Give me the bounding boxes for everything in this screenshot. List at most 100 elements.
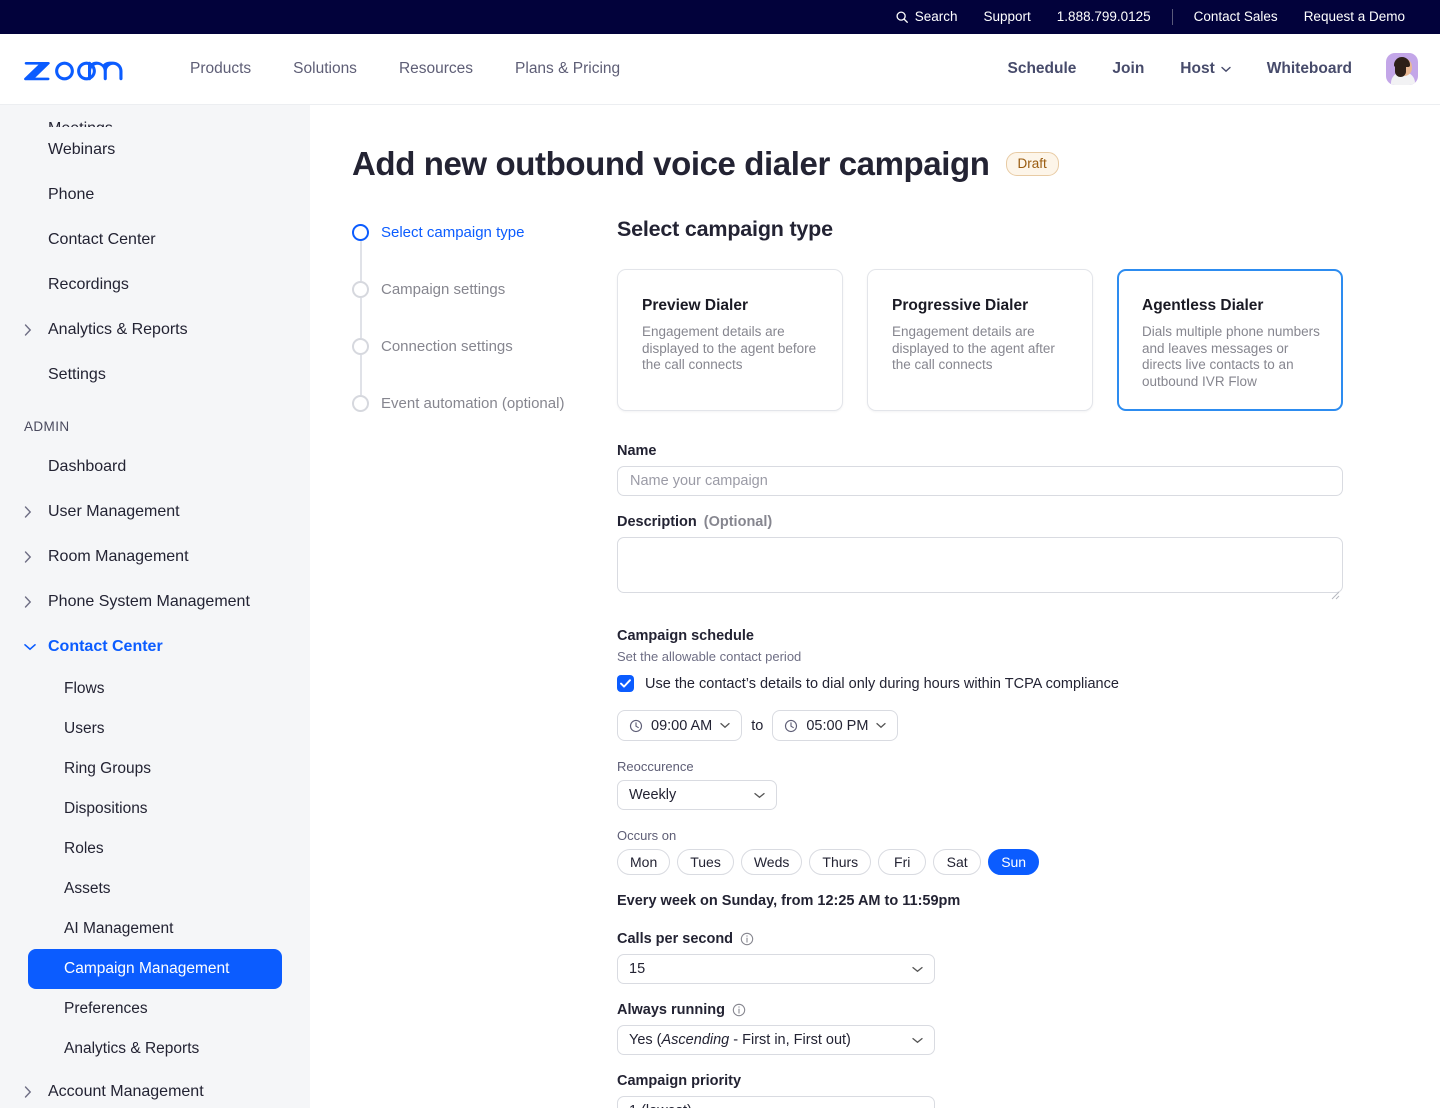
step-connector — [360, 355, 362, 395]
avatar[interactable] — [1386, 53, 1418, 85]
day-toggle-thurs[interactable]: Thurs — [809, 849, 872, 875]
reoccurrence-label: Reoccurence — [617, 759, 694, 774]
sidebar-item-label: Contact Center — [48, 637, 163, 655]
always-running-label: Always running — [617, 1002, 1357, 1018]
step-campaign-settings[interactable]: Campaign settings — [352, 280, 617, 338]
sidebar-subitem-ring-groups[interactable]: Ring Groups — [28, 749, 282, 789]
campaign-priority-select[interactable]: 1 (lowest) — [617, 1096, 935, 1108]
always-running-select[interactable]: Yes (Ascending - First in, First out) — [617, 1025, 935, 1055]
sidebar-item-label: Settings — [48, 365, 106, 383]
sidebar-subitem-label: Campaign Management — [64, 960, 230, 977]
sidebar-subitem-analytics-reports[interactable]: Analytics & Reports — [28, 1029, 282, 1069]
day-toggle-sun[interactable]: Sun — [988, 849, 1040, 875]
day-toggle-weds[interactable]: Weds — [740, 849, 803, 875]
request-demo-link[interactable]: Request a Demo — [1291, 10, 1418, 24]
sidebar-item-user-management[interactable]: User Management — [0, 489, 310, 534]
support-link[interactable]: Support — [971, 10, 1044, 24]
info-icon[interactable] — [740, 932, 754, 946]
phone-number-link[interactable]: 1.888.799.0125 — [1044, 10, 1164, 24]
day-toggle-fri[interactable]: Fri — [878, 849, 927, 875]
step-connector — [360, 241, 362, 281]
sidebar-item-phone[interactable]: Phone — [0, 172, 310, 217]
zoom-logo[interactable] — [24, 56, 131, 82]
step-label: Connection settings — [381, 338, 513, 355]
card-description: Dials multiple phone numbers and leaves … — [1142, 324, 1320, 389]
start-time-value: 09:00 AM — [651, 717, 713, 734]
sidebar-subitem-preferences[interactable]: Preferences — [28, 989, 282, 1029]
step-event-automation[interactable]: Event automation (optional) — [352, 394, 617, 451]
calls-per-second-select[interactable]: 15 — [617, 954, 935, 984]
contact-sales-link[interactable]: Contact Sales — [1181, 10, 1291, 24]
tcpa-compliance-checkbox[interactable] — [617, 675, 634, 692]
sidebar-item-label: Dashboard — [48, 457, 127, 475]
sidebar-item-contact-center-admin[interactable]: Contact Center — [0, 624, 310, 669]
sidebar-item-contact-center[interactable]: Contact Center — [0, 217, 310, 262]
calls-per-second-label-text: Calls per second — [617, 931, 734, 947]
always-running-value-prefix: Yes ( — [629, 1032, 662, 1048]
reoccurrence-select[interactable]: Weekly — [617, 780, 777, 810]
sidebar-subitem-dispositions[interactable]: Dispositions — [28, 789, 282, 829]
nav-item-schedule[interactable]: Schedule — [990, 60, 1095, 78]
sidebar-item-label: Recordings — [48, 275, 129, 293]
avatar-hair — [1394, 56, 1410, 67]
day-toggle-mon[interactable]: Mon — [617, 849, 671, 875]
sidebar-item-meetings[interactable]: Meetings — [0, 105, 310, 127]
search-label: Search — [914, 9, 958, 25]
start-time-picker[interactable]: 09:00 AM — [617, 710, 743, 741]
sidebar-item-recordings[interactable]: Recordings — [0, 262, 310, 307]
card-title: Agentless Dialer — [1142, 297, 1264, 314]
calls-per-second-value: 15 — [629, 961, 646, 977]
nav-item-join[interactable]: Join — [1094, 60, 1162, 78]
description-textarea[interactable] — [617, 537, 1343, 593]
search-link[interactable]: Search — [882, 10, 971, 24]
end-time-picker[interactable]: 05:00 PM — [772, 710, 899, 741]
sidebar-subitem-assets[interactable]: Assets — [28, 869, 282, 909]
sidebar-item-label: Webinars — [48, 140, 116, 158]
nav-item-plans-pricing[interactable]: Plans & Pricing — [494, 60, 641, 78]
sidebar-item-label: Account Management — [48, 1082, 204, 1100]
nav-item-host[interactable]: Host — [1162, 60, 1248, 78]
sidebar-item-account-management[interactable]: Account Management — [0, 1069, 310, 1108]
sidebar-item-settings[interactable]: Settings — [0, 352, 310, 397]
nav-item-solutions[interactable]: Solutions — [272, 60, 378, 78]
nav-secondary-links: Schedule Join Host Whiteboard — [990, 53, 1418, 85]
step-connector — [360, 298, 362, 338]
card-description: Engagement details are displayed to the … — [642, 324, 817, 372]
info-icon[interactable] — [732, 1003, 746, 1017]
step-connection-settings[interactable]: Connection settings — [352, 337, 617, 395]
campaign-schedule-subtitle: Set the allowable contact period — [617, 649, 802, 664]
wizard-stepper: Select campaign type Campaign settings C… — [352, 217, 617, 1108]
nav-item-whiteboard[interactable]: Whiteboard — [1249, 60, 1370, 78]
day-toggle-sat[interactable]: Sat — [933, 849, 982, 875]
sidebar-subitem-campaign-management[interactable]: Campaign Management — [28, 949, 282, 989]
name-input[interactable] — [617, 466, 1343, 496]
sidebar-item-analytics-reports[interactable]: Analytics & Reports — [0, 307, 310, 352]
description-label-text: Description — [617, 514, 697, 530]
campaign-type-card-progressive-dialer[interactable]: Progressive Dialer Engagement details ar… — [867, 269, 1093, 411]
sidebar-item-room-management[interactable]: Room Management — [0, 534, 310, 579]
sidebar-subitem-users[interactable]: Users — [28, 709, 282, 749]
day-toggle-tues[interactable]: Tues — [677, 849, 734, 875]
always-running-label-text: Always running — [617, 1002, 725, 1018]
nav-item-products[interactable]: Products — [169, 60, 272, 78]
top-utility-bar: Search Support 1.888.799.0125 Contact Sa… — [0, 0, 1440, 34]
sidebar-subitem-label: Assets — [64, 880, 111, 897]
name-label: Name — [617, 443, 657, 459]
campaign-type-card-preview-dialer[interactable]: Preview Dialer Engagement details are di… — [617, 269, 843, 411]
campaign-priority-value: 1 (lowest) — [629, 1103, 692, 1108]
sidebar-subitem-flows[interactable]: Flows — [28, 669, 282, 709]
sidebar-item-webinars[interactable]: Webinars — [0, 127, 310, 172]
sidebar-item-dashboard[interactable]: Dashboard — [0, 444, 310, 489]
chevron-down-icon — [912, 1103, 923, 1108]
campaign-type-card-agentless-dialer[interactable]: Agentless Dialer Dials multiple phone nu… — [1117, 269, 1343, 411]
description-optional-tag: (Optional) — [703, 514, 773, 530]
sidebar-item-phone-system-management[interactable]: Phone System Management — [0, 579, 310, 624]
step-select-campaign-type[interactable]: Select campaign type — [352, 223, 617, 281]
time-range-separator: to — [751, 717, 764, 734]
nav-item-resources[interactable]: Resources — [378, 60, 494, 78]
always-running-value-italic: Ascending — [661, 1032, 730, 1048]
chevron-right-icon — [24, 595, 40, 608]
sidebar-subitem-ai-management[interactable]: AI Management — [28, 909, 282, 949]
sidebar-subitem-roles[interactable]: Roles — [28, 829, 282, 869]
chevron-down-icon — [24, 643, 40, 651]
